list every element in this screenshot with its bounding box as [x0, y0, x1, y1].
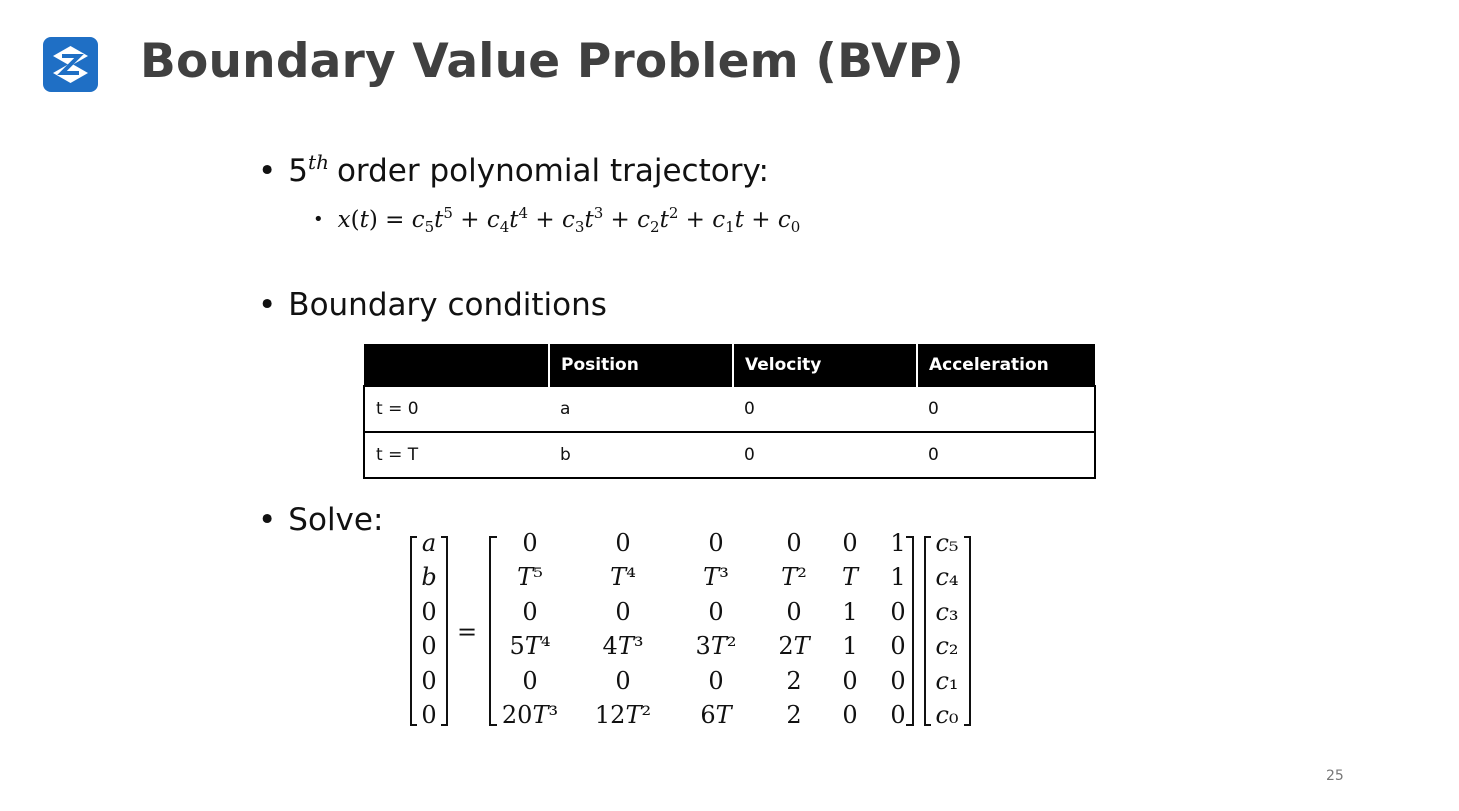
unknown-entry: c₃ [935, 598, 958, 626]
matrix-entry: T [842, 563, 860, 591]
matrix-entry: 0 [890, 632, 905, 660]
matrix-entry: T⁵ [517, 563, 543, 591]
matrix-entry: 1 [890, 563, 905, 591]
matrix-entry: 0 [615, 529, 630, 557]
matrix-entry: T⁴ [610, 563, 636, 591]
lhs-entry: 0 [421, 667, 436, 695]
matrix-entry: 0 [708, 529, 723, 557]
lhs-entry: 0 [421, 701, 436, 729]
matrix-entry: 0 [708, 598, 723, 626]
matrix-entry: 0 [842, 667, 857, 695]
matrix-entry: 5T⁴ [510, 632, 551, 660]
unknown-entry: c₄ [935, 563, 958, 591]
unknown-entry: c₂ [935, 632, 958, 660]
matrix-entry: 1 [842, 598, 857, 626]
matrix-entry: 12T² [595, 701, 651, 729]
matrix-entry: 0 [786, 598, 801, 626]
unknown-entry: c₁ [935, 667, 958, 695]
matrix-entry: 4T³ [603, 632, 644, 660]
matrix-bracket-right [906, 536, 914, 726]
lhs-entry: 0 [421, 632, 436, 660]
matrix-entry: T² [781, 563, 807, 591]
matrix-entry: 2 [786, 701, 801, 729]
matrix-entry: 0 [842, 529, 857, 557]
matrix-entry: 2T [778, 632, 811, 660]
matrix-entry: 1 [890, 529, 905, 557]
lhs-entry: a [422, 529, 436, 557]
lhs-bracket-right [441, 536, 448, 726]
unknowns-bracket-right [964, 536, 971, 726]
matrix-entry: 0 [708, 667, 723, 695]
matrix-entry: 0 [842, 701, 857, 729]
unknown-entry: c₅ [935, 529, 958, 557]
matrix-entry: 0 [890, 701, 905, 729]
lhs-bracket-left [410, 536, 417, 726]
matrix-entry: T³ [703, 563, 729, 591]
equals-sign: = [457, 618, 477, 646]
unknowns-bracket-left [924, 536, 931, 726]
matrix-entry: 0 [786, 529, 801, 557]
matrix-bracket-left [489, 536, 497, 726]
matrix-entry: 0 [615, 667, 630, 695]
matrix-entry: 3T² [696, 632, 737, 660]
matrix-equation: = ab 0 0 0 0 0 0 0 0 0 1 T⁵ T⁴ T³ T² T 1 0 0 0 0 1 0 5T⁴ 4T³ 3T² 2… [410, 529, 971, 729]
unknown-entry: c₀ [935, 701, 958, 729]
matrix-entry: 0 [890, 598, 905, 626]
matrix-entry: 2 [786, 667, 801, 695]
matrix-entry: 6T [700, 701, 733, 729]
lhs-entry: 0 [421, 598, 436, 626]
page-number: 25 [1326, 768, 1344, 784]
matrix-entry: 0 [522, 598, 537, 626]
matrix-entry: 20T³ [502, 701, 558, 729]
matrix-entry: 0 [522, 529, 537, 557]
matrix-entry: 0 [890, 667, 905, 695]
lhs-entry: b [421, 563, 436, 591]
matrix-entry: 0 [615, 598, 630, 626]
matrix-entry: 1 [842, 632, 857, 660]
matrix-entry: 0 [522, 667, 537, 695]
